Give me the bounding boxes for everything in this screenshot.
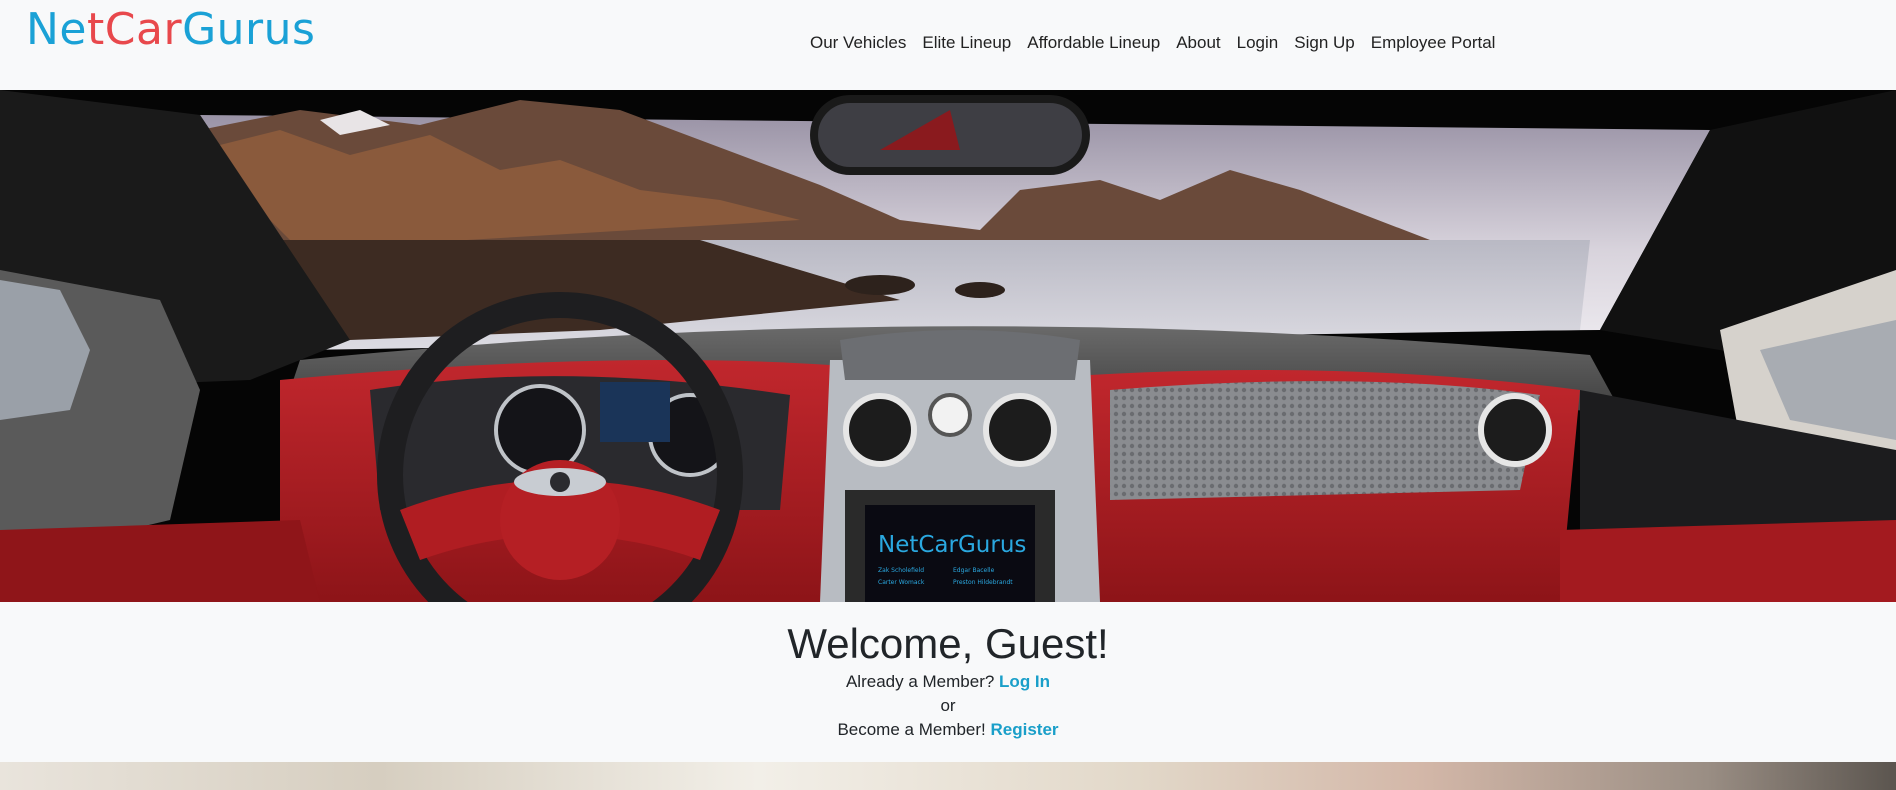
- welcome-section: Welcome, Guest! Already a Member? Log In…: [0, 602, 1896, 762]
- screen-credit: Zak Scholefield: [878, 567, 924, 574]
- logo-letter: urus: [216, 4, 316, 55]
- logo-letter: e: [59, 4, 87, 55]
- screen-credit: Carter Womack: [878, 579, 925, 586]
- welcome-title: Welcome, Guest!: [787, 620, 1109, 667]
- logo-letter: N: [26, 4, 60, 55]
- nav-elite-lineup[interactable]: Elite Lineup: [922, 33, 1011, 53]
- logo-letter: a: [136, 4, 164, 55]
- screen-credit: Preston Hildebrandt: [953, 579, 1013, 586]
- hero-image: NetCarGurus Zak Scholefield Edgar Bacell…: [0, 90, 1896, 602]
- navbar: NetCarGurus Our Vehicles Elite Lineup Af…: [0, 0, 1896, 90]
- login-link[interactable]: Log In: [999, 672, 1050, 691]
- screen-brand: NetCarGurus: [878, 532, 1026, 558]
- car-interior-illustration: NetCarGurus Zak Scholefield Edgar Bacell…: [0, 90, 1896, 602]
- nav-employee-portal[interactable]: Employee Portal: [1371, 33, 1496, 53]
- become-text: Become a Member!: [837, 720, 986, 739]
- nav-affordable-lineup[interactable]: Affordable Lineup: [1027, 33, 1160, 53]
- nav-about[interactable]: About: [1176, 33, 1220, 53]
- member-text: Already a Member?: [845, 672, 995, 691]
- nav-our-vehicles[interactable]: Our Vehicles: [810, 33, 906, 53]
- member-line: Already a Member? Log In: [0, 670, 1896, 694]
- main-nav: Our Vehicles Elite Lineup Affordable Lin…: [810, 33, 1511, 53]
- logo-letter: C: [104, 4, 136, 55]
- register-link[interactable]: Register: [991, 720, 1059, 739]
- logo-letter: r: [163, 4, 183, 55]
- brand-logo[interactable]: NetCarGurus: [26, 8, 315, 52]
- logo-letter: G: [182, 4, 217, 55]
- or-text: or: [940, 696, 956, 715]
- become-line: Become a Member! Register: [0, 718, 1896, 742]
- nav-login[interactable]: Login: [1237, 33, 1279, 53]
- screen-credit: Edgar Bacelle: [953, 567, 995, 574]
- logo-letter: t: [87, 4, 105, 55]
- secondary-hero-image: [0, 762, 1896, 790]
- nav-sign-up[interactable]: Sign Up: [1294, 33, 1354, 53]
